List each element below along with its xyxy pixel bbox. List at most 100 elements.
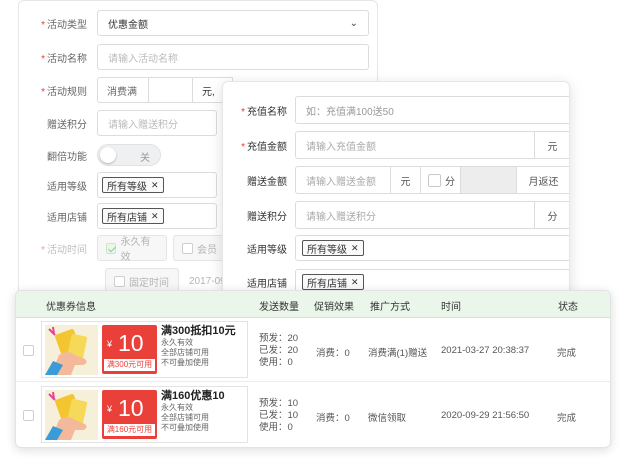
coupon-hand-icon (45, 326, 88, 375)
currency-symbol: ¥ (107, 339, 113, 349)
close-icon[interactable]: ✕ (151, 211, 159, 222)
coupon-info: 满160优惠10 永久有效 全部店铺可用 不可叠加使用 (161, 389, 225, 433)
store-label: 适用店铺 (47, 212, 87, 224)
activity-type-select[interactable]: 优惠金额 ⌄ (97, 10, 369, 36)
coupon-stackable: 不可叠加使用 (161, 358, 209, 367)
level-row: 适用等级 所有等级 ✕ (223, 234, 569, 262)
used-count: 使用：0 (259, 357, 293, 368)
gift-points-row: 赠送积分 请输入赠送积分 分 (223, 201, 569, 229)
activity-name-input[interactable]: 请输入活动名称 (97, 44, 369, 70)
store-row: 适用店铺 所有店铺 ✕ (19, 202, 217, 230)
recharge-name-input[interactable]: 如：充值满100送50 (295, 96, 569, 124)
toggle-knob (100, 147, 116, 163)
status-value: 完成 (557, 348, 577, 359)
time-value: 2020-09-29 21:56:50 (441, 410, 530, 421)
header-coupon-info: 优惠券信息 (46, 302, 96, 313)
recharge-amount-unit: 元 (535, 131, 569, 159)
row-checkbox[interactable] (23, 345, 34, 356)
gift-amount-input[interactable]: 请输入赠送金额 (295, 166, 391, 194)
close-icon[interactable]: ✕ (351, 277, 359, 288)
coupon-stores: 全部店铺可用 (161, 413, 209, 422)
header-promo: 推广方式 (370, 302, 410, 313)
table-row: ¥ 10 满160元可用 满160优惠10 永久有效 全部店铺可用 不可叠加使用… (16, 383, 610, 447)
coupon-stackable: 不可叠加使用 (161, 423, 209, 432)
required-mark: * (241, 106, 245, 118)
send-stats: 预发：10 已发：10 使用：0 (259, 398, 298, 434)
header-time: 时间 (441, 302, 461, 313)
row-checkbox[interactable] (23, 410, 34, 421)
split-months-input[interactable] (461, 166, 517, 194)
double-row: 翻倍功能 关 (19, 141, 161, 169)
coupon-validity: 永久有效 (161, 338, 193, 347)
double-label: 翻倍功能 (47, 151, 87, 163)
recharge-amount-input[interactable]: 请输入充值金额 (295, 131, 535, 159)
coupon-title: 满160优惠10 (161, 390, 225, 402)
coupon-hand-icon (45, 391, 88, 440)
recharge-amount-label: 充值金额 (247, 141, 287, 153)
split-checkbox[interactable]: 分 (421, 166, 461, 194)
sent-count: 已发：10 (259, 410, 299, 421)
effect-value: 消费：0 (316, 413, 350, 424)
store-select[interactable]: 所有店铺 ✕ (97, 203, 217, 229)
coupon-validity: 永久有效 (161, 403, 193, 412)
level-row: 适用等级 所有等级 ✕ (19, 171, 217, 199)
status-value: 完成 (557, 413, 577, 424)
recharge-name-row: * 充值名称 如：充值满100送50 (223, 96, 569, 124)
monthly-return-label: 月返还 (517, 166, 569, 194)
level-tag: 所有等级 ✕ (102, 177, 164, 193)
required-mark: * (41, 53, 45, 65)
gift-points-row: 赠送积分 请输入赠送积分 (19, 109, 217, 137)
coupon-amount-card: ¥ 10 满160元可用 (102, 390, 157, 439)
currency-symbol: ¥ (107, 404, 113, 414)
time-value: 2021-03-27 20:38:37 (441, 345, 530, 356)
check-icon (106, 242, 117, 254)
chevron-down-icon: ⌄ (349, 17, 358, 29)
double-toggle[interactable]: 关 (97, 144, 161, 166)
checkbox-icon (428, 173, 441, 187)
coupon-thumbnail (45, 325, 98, 375)
level-select[interactable]: 所有等级 ✕ (295, 235, 569, 261)
header-send-count: 发送数量 (259, 302, 299, 313)
coupon-condition: 满160元可用 (104, 424, 155, 436)
gift-points-unit: 分 (535, 201, 569, 229)
close-icon[interactable]: ✕ (351, 243, 359, 254)
level-tag: 所有等级 ✕ (302, 240, 364, 256)
coupon-thumbnail (45, 390, 98, 440)
coupon-table: 优惠券信息 发送数量 促销效果 推广方式 时间 状态 ¥ 10 满300元可用 (15, 290, 611, 448)
required-mark: * (41, 244, 45, 256)
level-label: 适用等级 (47, 181, 87, 193)
rule-amount-input[interactable] (149, 77, 193, 103)
level-label: 适用等级 (247, 244, 287, 256)
gift-amount-row: 赠送金额 请输入赠送金额 元 分 月返还 (223, 166, 569, 194)
effect-value: 消费：0 (316, 348, 350, 359)
gift-amount-label: 赠送金额 (247, 176, 287, 188)
send-stats: 预发：20 已发：20 使用：0 (259, 333, 298, 369)
coupon-card: ¥ 10 满300元可用 满300抵扣10元 永久有效 全部店铺可用 不可叠加使… (41, 321, 248, 378)
required-mark: * (41, 19, 45, 31)
promo-value: 消费满(1)赠送 (368, 348, 428, 359)
activity-rule-row: * 活动规则 消费满 元, (19, 76, 233, 104)
activity-name-label: 活动名称 (47, 53, 87, 65)
permanent-checkbox[interactable]: 永久有效 (97, 235, 167, 263)
coupon-amount: 10 (118, 395, 144, 421)
gift-points-input[interactable]: 请输入赠送积分 (295, 201, 535, 229)
recharge-amount-row: * 充值金额 请输入充值金额 元 (223, 131, 569, 159)
presend-count: 预发：20 (259, 333, 299, 344)
time-label: 活动时间 (47, 244, 87, 256)
activity-type-label: 活动类型 (47, 19, 87, 31)
sent-count: 已发：20 (259, 345, 299, 356)
close-icon[interactable]: ✕ (151, 180, 159, 191)
coupon-title: 满300抵扣10元 (161, 325, 236, 337)
used-count: 使用：0 (259, 422, 293, 433)
level-select[interactable]: 所有等级 ✕ (97, 172, 217, 198)
recharge-name-label: 充值名称 (247, 106, 287, 118)
header-effect: 促销效果 (314, 302, 354, 313)
store-tag: 所有店铺 ✕ (102, 208, 164, 224)
coupon-amount: 10 (118, 330, 144, 356)
coupon-info: 满300抵扣10元 永久有效 全部店铺可用 不可叠加使用 (161, 324, 236, 368)
activity-name-row: * 活动名称 请输入活动名称 (19, 43, 369, 71)
promo-value: 微信领取 (368, 413, 407, 424)
gift-amount-unit: 元 (391, 166, 421, 194)
table-header: 优惠券信息 发送数量 促销效果 推广方式 时间 状态 (16, 291, 610, 318)
gift-points-input[interactable]: 请输入赠送积分 (97, 110, 217, 136)
